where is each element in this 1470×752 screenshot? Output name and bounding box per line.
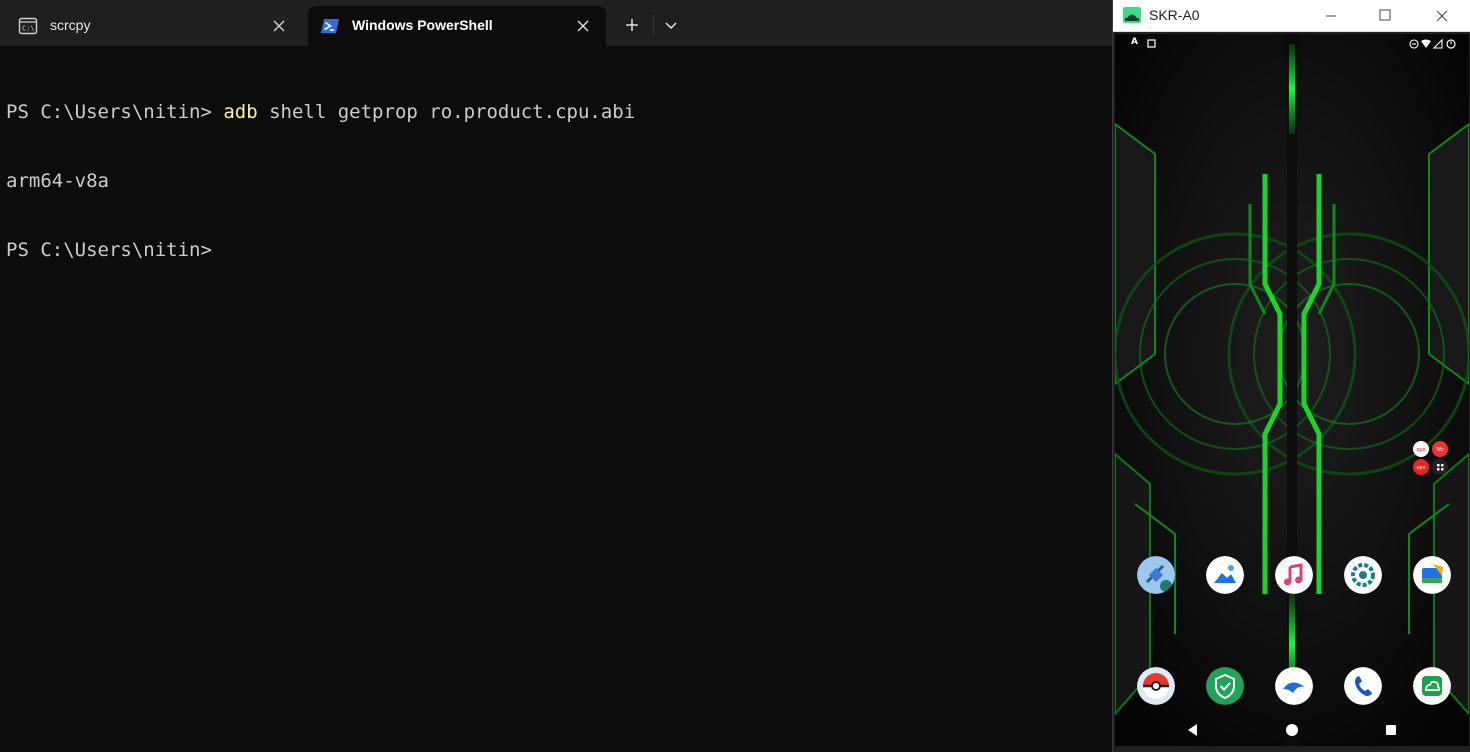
tab-scrcpy[interactable]: C:\ scrcpy [6,6,302,46]
prompt: PS C:\Users\nitin> [6,101,224,123]
settings-icon[interactable] [1344,556,1382,594]
tab-separator [653,15,654,35]
tab-windows-powershell[interactable]: Windows PowerShell [308,6,606,46]
wallpaper-image [1115,34,1469,746]
chevron-down-icon[interactable] [658,12,684,38]
oyo-icon: oyo [1413,441,1429,457]
close-icon[interactable] [572,15,594,37]
console-icon: C:\ [18,17,38,35]
console-line: PS C:\Users\nitin> [6,239,635,262]
status-bar: A [1115,34,1469,54]
cloud-icon[interactable] [1413,667,1451,705]
security-shield-icon[interactable] [1206,667,1244,705]
signal-icon [1432,38,1443,49]
pokeball-game-icon[interactable] [1137,667,1175,705]
home-icon[interactable] [1282,720,1302,740]
close-icon[interactable] [268,15,290,37]
oyo-icon: oyo [1413,459,1429,475]
status-icons [1409,38,1456,49]
svg-text:oyo: oyo [1416,447,1425,453]
battery-icon [1446,39,1456,49]
recents-icon[interactable] [1381,720,1401,740]
notification-icon [1147,39,1156,48]
svg-text:oyo: oyo [1416,465,1425,471]
svg-text:C:\: C:\ [22,25,35,33]
tab-label: Windows PowerShell [352,17,493,33]
maximize-icon[interactable] [1362,0,1408,32]
console-line: PS C:\Users\nitin> adb shell getprop ro.… [6,101,635,124]
svg-text:Wz: Wz [1436,447,1444,453]
music-icon[interactable] [1275,556,1313,594]
do-not-disturb-icon [1409,39,1419,49]
command-args: shell getprop ro.product.cpu.abi [257,101,636,123]
tab-bar: C:\ scrcpy Windows PowerShell [0,0,1112,46]
phone-screen[interactable]: A oyo Wz oyo [1115,34,1469,746]
terminal-window: C:\ scrcpy Windows PowerShell PS C:\User… [0,0,1112,752]
plus-icon[interactable] [618,12,646,38]
powershell-icon [321,19,339,33]
console-output[interactable]: PS C:\Users\nitin> adb shell getprop ro.… [6,55,635,308]
home-app-row [1115,556,1469,596]
gallery-icon[interactable] [1206,556,1244,594]
android-icon [1123,7,1141,23]
maps-icon[interactable] [1137,556,1175,594]
minimize-icon[interactable] [1308,0,1354,32]
scrcpy-window: SKR-A0 A oyo Wz oyo [1112,0,1470,752]
wz-icon: Wz [1432,441,1448,457]
tab-label: scrcpy [50,17,91,33]
wifi-icon [1421,39,1431,48]
command-output: arm64-v8a [6,170,109,192]
prompt: PS C:\Users\nitin> [6,239,212,261]
status-left-text: A [1131,37,1138,47]
close-icon[interactable] [1419,0,1465,32]
console-line: arm64-v8a [6,170,635,193]
window-title: SKR-A0 [1149,7,1200,23]
back-icon[interactable] [1183,720,1203,740]
grid-icon [1432,459,1448,475]
files-icon[interactable] [1413,556,1451,594]
title-bar[interactable]: SKR-A0 [1113,0,1470,32]
navigation-bar [1115,714,1469,746]
command-name: adb [223,101,258,123]
phone-icon[interactable] [1344,667,1382,705]
dolphin-browser-icon[interactable] [1275,667,1313,705]
home-dock-row [1115,667,1469,707]
widget-cluster[interactable]: oyo Wz oyo [1411,438,1451,478]
